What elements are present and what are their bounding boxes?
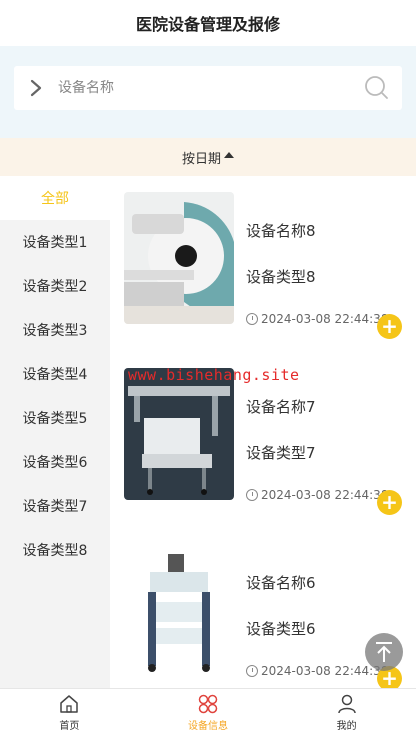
sidebar-item-type8[interactable]: 设备类型8 <box>0 528 110 572</box>
add-button[interactable]: + <box>377 314 402 339</box>
sidebar-item-type3[interactable]: 设备类型3 <box>0 308 110 352</box>
grid-icon <box>198 694 218 714</box>
clock-icon <box>246 313 258 325</box>
equipment-type: 设备类型8 <box>246 268 316 286</box>
app-header: 医院设备管理及报修 <box>0 0 416 46</box>
timestamp: 2024-03-08 22:44:38 <box>246 664 388 678</box>
equipment-name: 设备名称6 <box>246 574 316 592</box>
sidebar-item-type4[interactable]: 设备类型4 <box>0 352 110 396</box>
add-button[interactable]: + <box>377 490 402 515</box>
sort-label: 按日期 <box>181 151 221 167</box>
tab-home[interactable]: 首页 <box>0 689 139 736</box>
search-input[interactable] <box>58 80 352 96</box>
equipment-image <box>124 192 234 324</box>
sort-arrow-up-icon <box>224 152 234 158</box>
tab-equipment-info[interactable]: 设备信息 <box>139 689 278 736</box>
category-sidebar: 全部 设备类型1 设备类型2 设备类型3 设备类型4 设备类型5 设备类型6 设… <box>0 176 110 688</box>
equipment-list: 设备名称8 设备类型8 2024-03-08 22:44:38 + 设备名称7 … <box>110 176 416 688</box>
sort-by-date-button[interactable]: 按日期 <box>0 138 416 176</box>
user-icon <box>337 694 356 714</box>
equipment-name: 设备名称8 <box>246 222 316 240</box>
sidebar-item-type6[interactable]: 设备类型6 <box>0 440 110 484</box>
equipment-type: 设备类型6 <box>246 620 316 638</box>
tab-me[interactable]: 我的 <box>277 689 416 736</box>
tab-label: 我的 <box>336 721 357 732</box>
bottom-tab-bar: 首页 设备信息 我的 <box>0 688 416 736</box>
clock-icon <box>246 489 258 501</box>
sidebar-item-type5[interactable]: 设备类型5 <box>0 396 110 440</box>
list-item[interactable]: 设备名称6 设备类型6 2024-03-08 22:44:38 + <box>110 544 416 688</box>
sidebar-item-all[interactable]: 全部 <box>0 176 110 220</box>
tab-label: 首页 <box>59 721 80 732</box>
home-icon <box>60 695 79 713</box>
back-to-top-button[interactable] <box>365 633 403 671</box>
timestamp: 2024-03-08 22:44:38 <box>246 488 388 502</box>
timestamp: 2024-03-08 22:44:38 <box>246 312 388 326</box>
equipment-image <box>124 368 234 500</box>
search-icon[interactable] <box>352 66 402 110</box>
list-item[interactable]: 设备名称7 设备类型7 2024-03-08 22:44:38 + <box>110 368 416 518</box>
search-box <box>14 66 402 110</box>
sidebar-item-type1[interactable]: 设备类型1 <box>0 220 110 264</box>
list-item[interactable]: 设备名称8 设备类型8 2024-03-08 22:44:38 + <box>110 192 416 342</box>
arrow-up-icon <box>376 642 392 662</box>
sidebar-item-type2[interactable]: 设备类型2 <box>0 264 110 308</box>
equipment-name: 设备名称7 <box>246 398 316 416</box>
watermark: www.bishehang.site <box>128 366 300 384</box>
chevron-right-icon[interactable] <box>14 66 58 110</box>
page-title: 医院设备管理及报修 <box>135 15 280 34</box>
sidebar-item-type7[interactable]: 设备类型7 <box>0 484 110 528</box>
search-area <box>0 46 416 138</box>
tab-label: 设备信息 <box>188 721 228 732</box>
equipment-type: 设备类型7 <box>246 444 316 462</box>
equipment-image <box>124 544 234 676</box>
clock-icon <box>246 665 258 677</box>
